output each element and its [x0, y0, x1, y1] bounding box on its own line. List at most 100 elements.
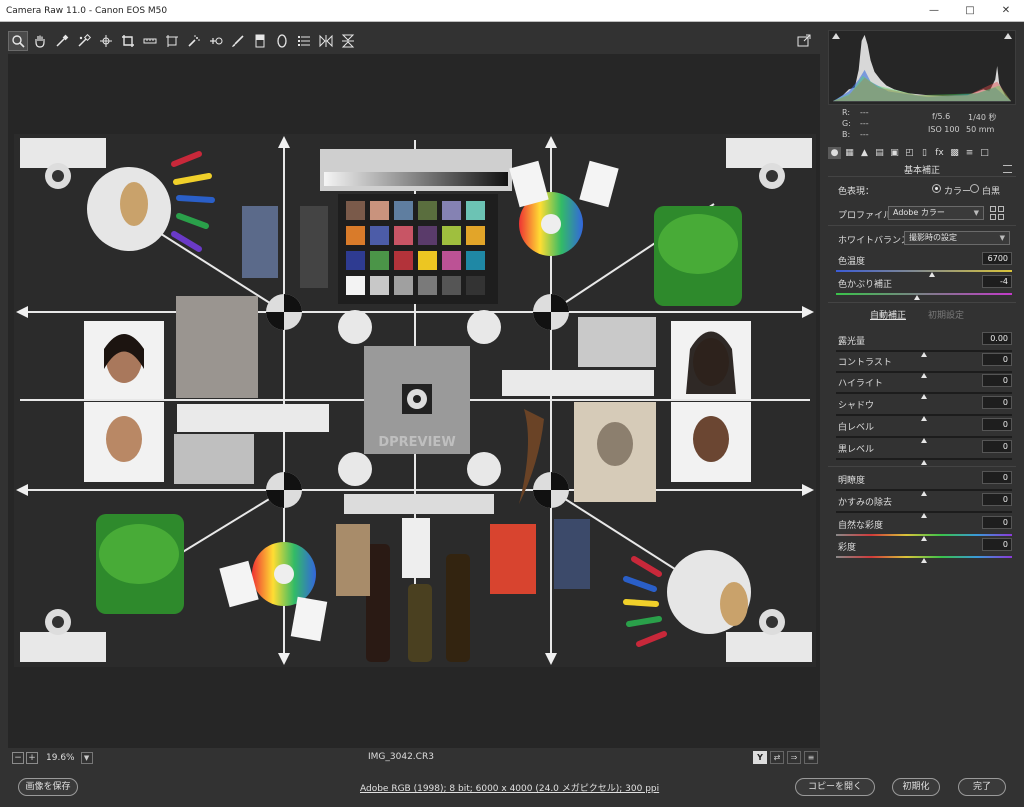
effects-tab-icon[interactable]: fx — [933, 147, 946, 159]
default-link[interactable]: 初期設定 — [928, 308, 964, 321]
highlight-clipping-icon[interactable] — [1004, 33, 1012, 39]
straighten-icon[interactable] — [140, 31, 160, 51]
contrast-input[interactable]: 0 — [982, 353, 1012, 366]
adjustment-brush-icon[interactable] — [228, 31, 248, 51]
tint-slider-thumb[interactable] — [914, 295, 920, 300]
divider — [828, 302, 1016, 303]
before-after-toggle-button[interactable]: Y — [753, 751, 767, 764]
temperature-slider-track[interactable] — [836, 270, 1012, 272]
focal-length: 50 mm — [966, 125, 995, 134]
red-eye-icon[interactable] — [206, 31, 226, 51]
contrast-label: コントラスト — [838, 358, 892, 368]
aperture: f/5.6 — [932, 112, 951, 121]
transform-icon[interactable] — [162, 31, 182, 51]
hand-icon[interactable] — [30, 31, 50, 51]
whites-input[interactable]: 0 — [982, 418, 1012, 431]
zoom-out-button[interactable]: − — [12, 752, 24, 764]
exposure-row: 露光量 0.00 — [836, 332, 1012, 348]
spot-removal-icon[interactable] — [184, 31, 204, 51]
rotate-left-icon[interactable] — [316, 31, 336, 51]
minimize-icon[interactable]: — — [916, 0, 952, 22]
shadows-row: シャドウ 0 — [836, 396, 1012, 412]
tint-row: 色かぶり補正 -4 — [836, 275, 1012, 291]
zoom-icon[interactable] — [8, 31, 28, 51]
fullscreen-icon[interactable] — [794, 31, 814, 51]
blacks-input[interactable]: 0 — [982, 440, 1012, 453]
highlights-input[interactable]: 0 — [982, 374, 1012, 387]
clarity-input[interactable]: 0 — [982, 471, 1012, 484]
shadows-input[interactable]: 0 — [982, 396, 1012, 409]
tint-input[interactable]: -4 — [982, 275, 1012, 288]
graduated-filter-icon[interactable] — [250, 31, 270, 51]
highlights-row: ハイライト 0 — [836, 374, 1012, 390]
auto-link[interactable]: 自動補正 — [870, 308, 906, 321]
hsl-tab-icon[interactable]: ▤ — [873, 147, 886, 159]
title-bar: Camera Raw 11.0 - Canon EOS M50 — □ ✕ — [0, 0, 1024, 22]
treatment-label: 色表現： — [838, 187, 875, 197]
exposure-label: 露光量 — [838, 337, 866, 347]
profile-browser-icon[interactable] — [990, 206, 1004, 220]
camera-raw-window: DPREVIEW − + 19.6% ▼ IMG_3042.CR3 Y ⇄ ⇒ … — [0, 22, 1024, 807]
histogram-graph — [832, 34, 1012, 102]
radial-filter-icon[interactable] — [272, 31, 292, 51]
save-image-button[interactable]: 画像を保存 — [18, 778, 78, 796]
panel-title: 基本補正 — [828, 163, 1016, 177]
reset-button[interactable]: 初期化 — [892, 778, 940, 796]
tint-slider-track[interactable] — [836, 293, 1012, 295]
workflow-options-link[interactable]: Adobe RGB (1998); 8 bit; 6000 x 4000 (24… — [360, 781, 659, 794]
lens-tab-icon[interactable]: ◰ — [903, 147, 916, 159]
color-radio[interactable] — [932, 184, 941, 193]
bw-radio[interactable] — [970, 184, 979, 193]
preferences-icon[interactable] — [294, 31, 314, 51]
whites-row: 白レベル 0 — [836, 418, 1012, 434]
split-toning-tab-icon[interactable]: ▣ — [888, 147, 901, 159]
white-balance-icon[interactable] — [52, 31, 72, 51]
crop-icon[interactable] — [118, 31, 138, 51]
g-value: --- — [860, 119, 869, 128]
highlights-label: ハイライト — [838, 379, 883, 389]
exposure-input[interactable]: 0.00 — [982, 332, 1012, 345]
saturation-slider-thumb[interactable] — [921, 558, 927, 563]
shadow-clipping-icon[interactable] — [832, 33, 840, 39]
tone-curve-tab-icon[interactable]: ▦ — [843, 147, 856, 159]
window-controls: — □ ✕ — [916, 0, 1024, 22]
b-label: B: — [842, 130, 851, 139]
white-balance-select[interactable]: 撮影時の設定 ▼ — [904, 231, 1010, 245]
temperature-label: 色温度 — [838, 257, 866, 267]
transform-tab-icon[interactable]: ▯ — [918, 147, 931, 159]
image-preview-area[interactable]: DPREVIEW — [8, 54, 820, 748]
zoom-dropdown[interactable]: ▼ — [80, 752, 93, 764]
blacks-slider-thumb[interactable] — [921, 460, 927, 465]
shutter-speed: 1/40 秒 — [968, 113, 997, 122]
detail-tab-icon[interactable]: ▲ — [858, 147, 871, 159]
rgb-readout: R: --- G: --- B: --- f/5.6 1/40 秒 ISO 10… — [828, 108, 1016, 142]
close-icon[interactable]: ✕ — [988, 0, 1024, 22]
basic-tab-icon[interactable]: ● — [828, 147, 841, 159]
done-button[interactable]: 完了 — [958, 778, 1006, 796]
maximize-icon[interactable]: □ — [952, 0, 988, 22]
profile-select[interactable]: Adobe カラー ▼ — [888, 206, 984, 220]
clarity-label: 明瞭度 — [838, 476, 866, 486]
chevron-down-icon: ▼ — [999, 234, 1005, 242]
calibration-tab-icon[interactable]: ▩ — [948, 147, 961, 159]
open-copy-button[interactable]: コピーを開く — [795, 778, 875, 796]
rotate-right-icon[interactable] — [338, 31, 358, 51]
snapshots-tab-icon[interactable]: □ — [978, 147, 991, 159]
temperature-input[interactable]: 6700 — [982, 252, 1012, 265]
panel-tabs: ● ▦ ▲ ▤ ▣ ◰ ▯ fx ▩ ≡ □ — [828, 145, 1016, 161]
file-name: IMG_3042.CR3 — [368, 752, 434, 762]
targeted-adjustment-icon[interactable] — [96, 31, 116, 51]
toggle-settings-icon[interactable]: ≡ — [804, 751, 818, 764]
copy-settings-icon[interactable]: ⇒ — [787, 751, 801, 764]
panel-menu-icon[interactable] — [1003, 165, 1012, 173]
presets-tab-icon[interactable]: ≡ — [963, 147, 976, 159]
preview-status-bar: − + 19.6% ▼ IMG_3042.CR3 Y ⇄ ⇒ ≡ — [8, 749, 820, 767]
dehaze-input[interactable]: 0 — [982, 493, 1012, 506]
vibrance-input[interactable]: 0 — [982, 516, 1012, 529]
b-value: --- — [860, 130, 869, 139]
saturation-input[interactable]: 0 — [982, 538, 1012, 551]
swap-before-after-icon[interactable]: ⇄ — [770, 751, 784, 764]
chevron-down-icon: ▼ — [973, 209, 979, 217]
zoom-in-button[interactable]: + — [26, 752, 38, 764]
color-sampler-icon[interactable] — [74, 31, 94, 51]
